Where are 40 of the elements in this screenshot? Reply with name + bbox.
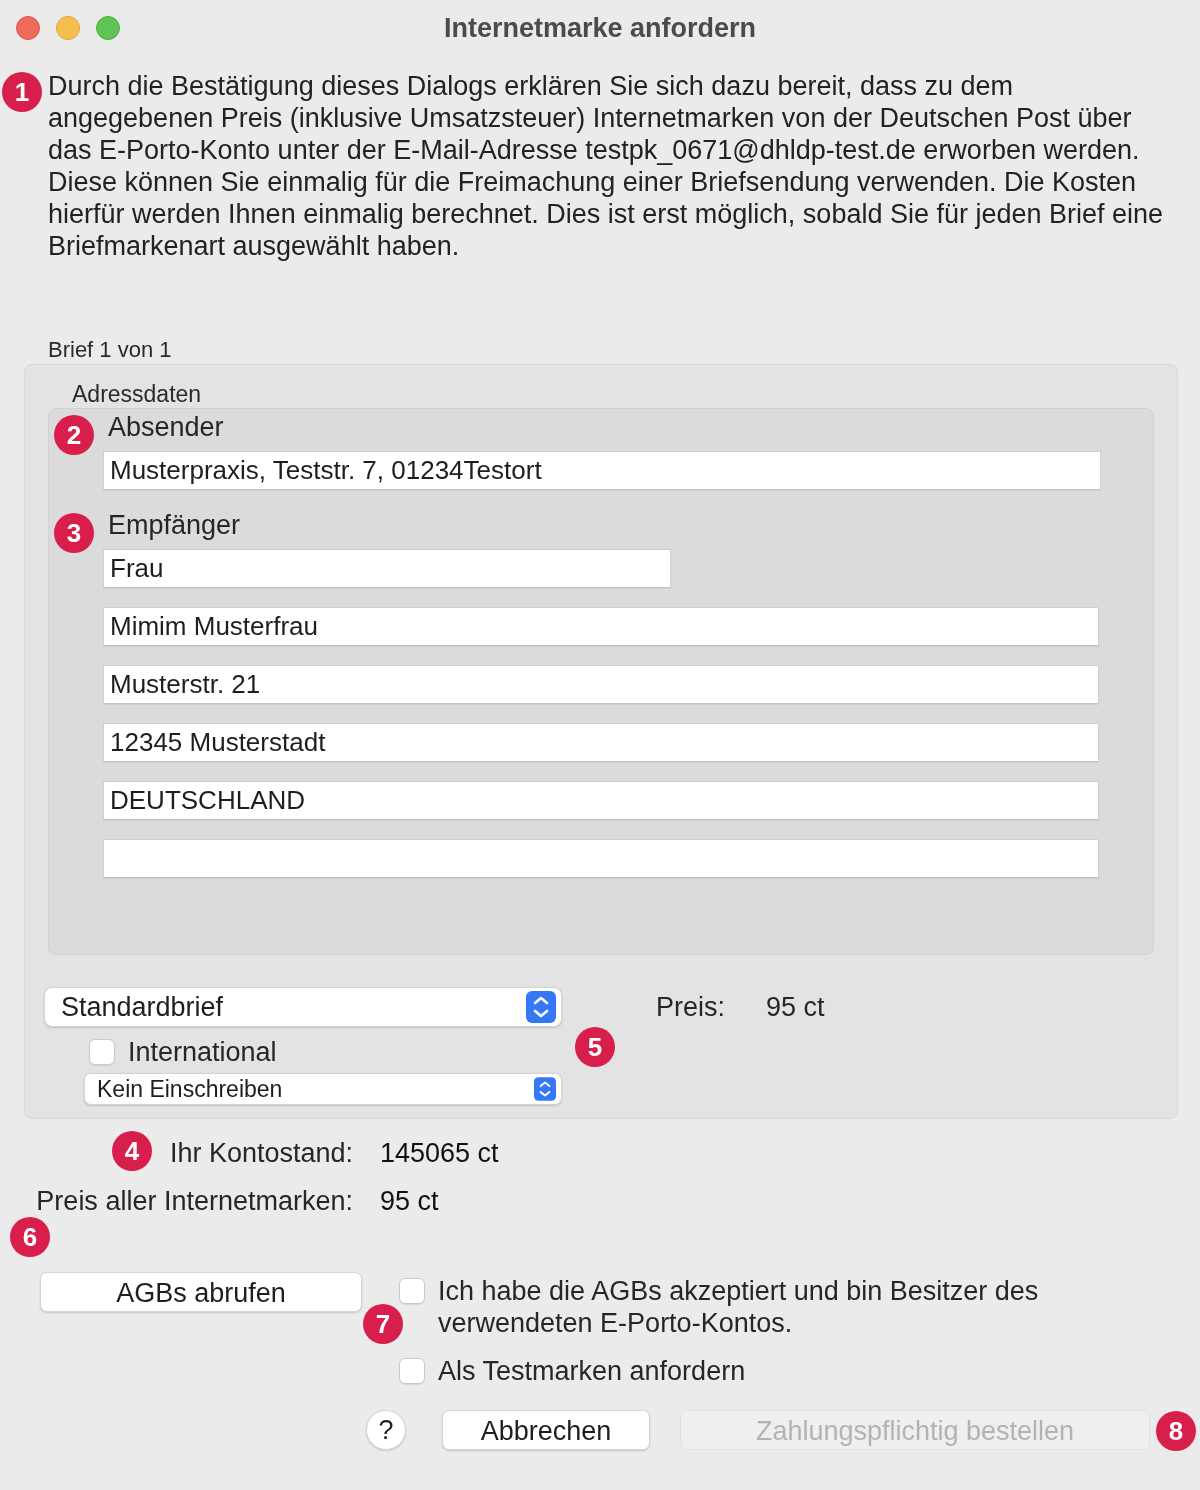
total-label: Preis aller Internetmarken: bbox=[36, 1185, 353, 1217]
callout-marker: 7 bbox=[363, 1304, 403, 1344]
checkbox-label: International bbox=[128, 1037, 277, 1067]
callout-marker: 6 bbox=[10, 1217, 50, 1257]
product-select[interactable]: Standardbrief bbox=[44, 987, 562, 1027]
cancel-button[interactable]: Abbrechen bbox=[442, 1410, 650, 1450]
checkbox-label: Ich habe die AGBs akzeptiert und bin Besitzer des verwendeten E-Porto-Kontos. bbox=[438, 1275, 1040, 1339]
price-value: 95 ct bbox=[766, 991, 825, 1023]
close-button[interactable] bbox=[16, 15, 40, 40]
balance-value: 145065 ct bbox=[380, 1137, 499, 1169]
recipient-field[interactable]: 12345 Musterstadt bbox=[104, 724, 1098, 762]
callout-marker: 8 bbox=[1156, 1411, 1196, 1451]
recipient-label: Empfänger bbox=[108, 510, 241, 540]
callout-marker: 1 bbox=[2, 72, 42, 112]
recipient-field[interactable]: Mimim Musterfrau bbox=[104, 608, 1098, 646]
callout-marker: 4 bbox=[112, 1131, 152, 1171]
description-text: Durch die Bestätigung dieses Dialogs erklären Sie sich dazu bereit, dass zu dem angegebenen Preis (inklusive Umsatzsteuer) Internetmarken von der Deutschen Post über das E-Porto-Konto unter der E-Mail-Adresse testpk_0671@dhldp-test.de erworben werden. Diese können Sie einmalig für die Freimachung einer Briefsendung verwenden. Die Kosten hierfür werden Ihnen einmalig berechnet. Dies ist erst möglich, sobald Sie für jeden Brief eine Briefmarkenart ausgewählt haben. bbox=[48, 70, 1164, 262]
help-button[interactable]: ? bbox=[366, 1410, 406, 1450]
checkbox-label: Als Testmarken anfordern bbox=[438, 1355, 746, 1387]
recipient-field[interactable]: Musterstr. 21 bbox=[104, 666, 1098, 704]
terms-button[interactable]: AGBs abrufen bbox=[40, 1272, 362, 1312]
total-value: 95 ct bbox=[380, 1185, 439, 1217]
registration-select[interactable]: Kein Einschreiben bbox=[84, 1073, 562, 1105]
zoom-button[interactable] bbox=[96, 15, 120, 40]
group-title: Adressdaten bbox=[72, 381, 202, 407]
stepper-icon bbox=[526, 991, 556, 1023]
checkbox[interactable] bbox=[399, 1358, 425, 1384]
recipient-field[interactable] bbox=[104, 840, 1098, 878]
checkbox[interactable] bbox=[399, 1278, 425, 1304]
price-label: Preis: bbox=[656, 991, 727, 1023]
window-title: Internetmarke anfordern bbox=[443, 11, 757, 44]
sender-label: Absender bbox=[108, 412, 224, 442]
stepper-icon bbox=[534, 1077, 556, 1101]
recipient-field[interactable]: Frau bbox=[104, 550, 670, 588]
balance-label: Ihr Kontostand: bbox=[169, 1137, 353, 1169]
recipient-field[interactable]: DEUTSCHLAND bbox=[104, 782, 1098, 820]
letter-counter: Brief 1 von 1 bbox=[48, 337, 172, 363]
checkbox[interactable] bbox=[89, 1039, 115, 1065]
minimize-button[interactable] bbox=[56, 15, 80, 40]
sender-field[interactable]: Musterpraxis, Teststr. 7, 01234Testort bbox=[104, 452, 1100, 490]
